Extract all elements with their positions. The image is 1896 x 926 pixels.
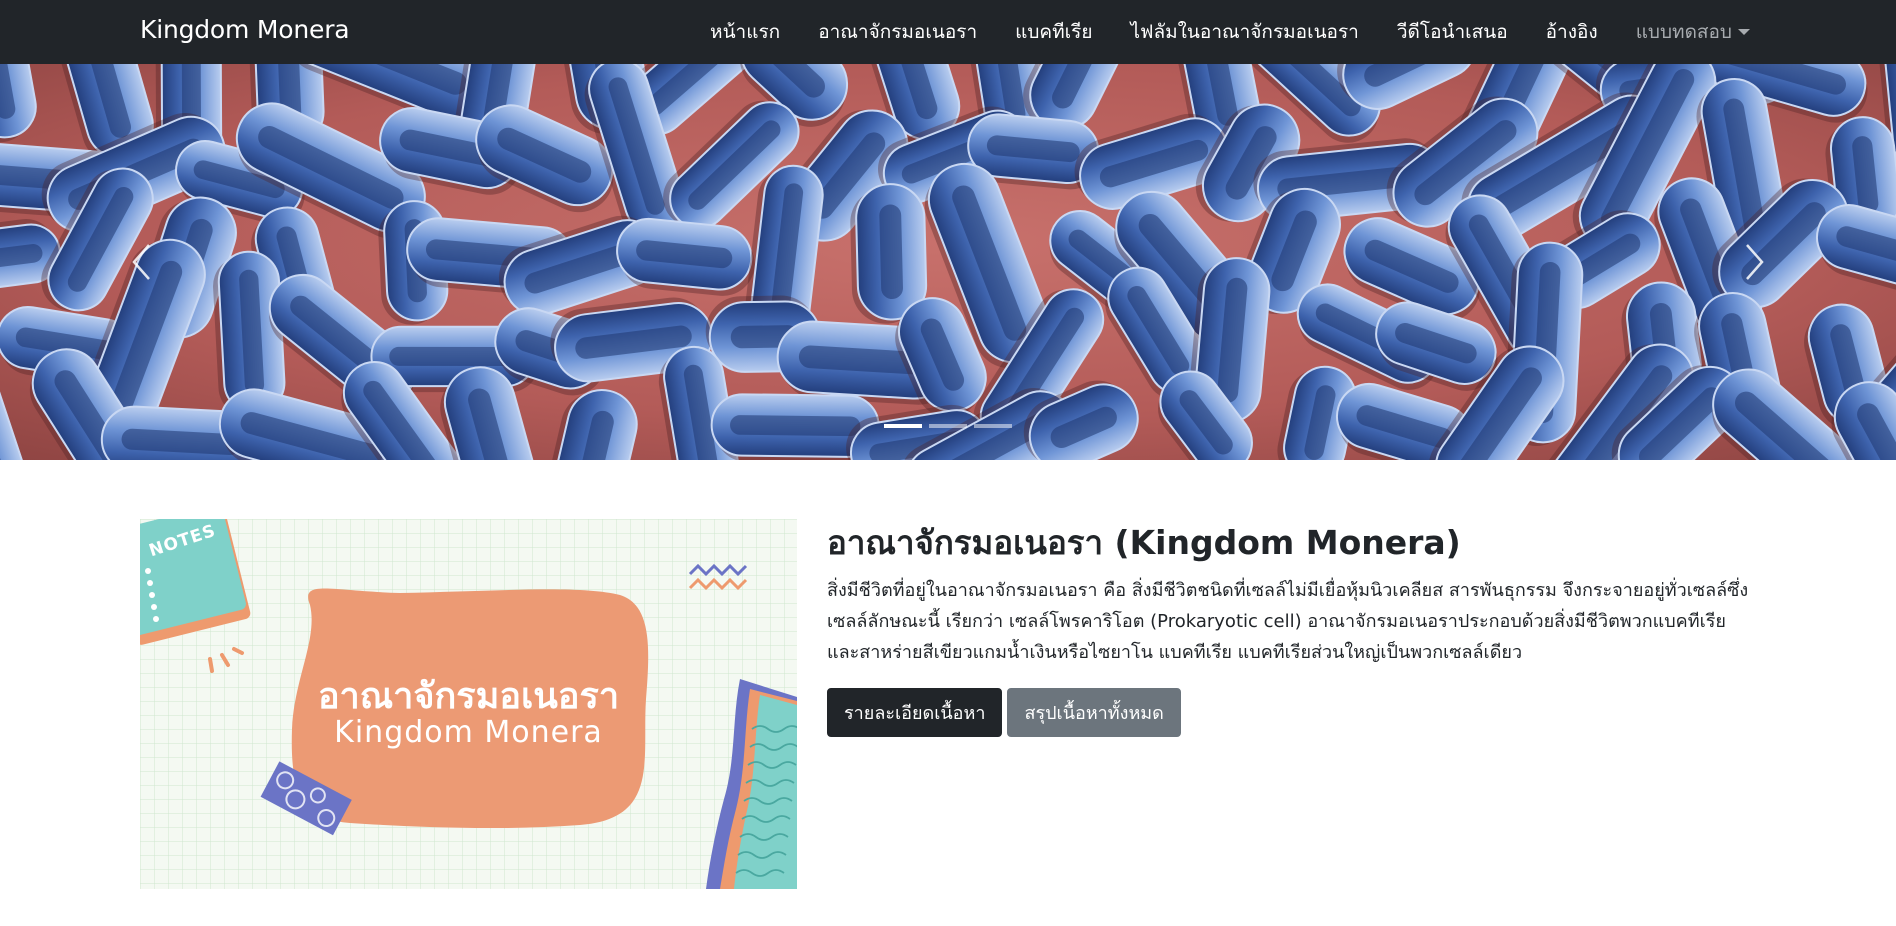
caret-down-icon (1738, 29, 1750, 35)
nav-item-phyla[interactable]: ไฟลัมในอาณาจักรมอเนอรา (1111, 2, 1377, 62)
carousel-prev-button[interactable] (76, 64, 206, 460)
hero-carousel (0, 64, 1896, 460)
carousel-indicators (0, 424, 1896, 428)
nav-item-home[interactable]: หน้าแรก (691, 2, 799, 62)
top-navbar: Kingdom Monera หน้าแรก อาณาจักรมอเนอรา แ… (0, 0, 1896, 64)
nav-menu: หน้าแรก อาณาจักรมอเนอรา แบคทีเรีย ไฟลัมใ… (691, 0, 1750, 64)
carousel-indicator-1[interactable] (884, 424, 922, 428)
feature-content: อาณาจักรมอเนอรา (Kingdom Monera) สิ่งมีช… (827, 521, 1757, 737)
chevron-left-icon (132, 244, 150, 280)
feature-thumbnail: NOTES อาณาจักรมอเนอรา Kingdom Monera (140, 519, 797, 889)
nav-item-videos[interactable]: วีดีโอนำเสนอ (1378, 2, 1527, 62)
bacteria-slide-image (0, 64, 1896, 460)
feature-description: สิ่งมีชีวิตที่อยู่ในอาณาจักรมอเนอรา คือ … (827, 580, 1749, 663)
feature-buttons: รายละเอียดเนื้อหา สรุปเนื้อหาทั้งหมด (827, 688, 1757, 737)
feature-heading: อาณาจักรมอเนอรา (Kingdom Monera) (827, 523, 1461, 562)
carousel-indicator-3[interactable] (974, 424, 1012, 428)
nav-dropdown-quiz[interactable]: แบบทดสอบ (1617, 2, 1750, 62)
carousel-indicator-2[interactable] (929, 424, 967, 428)
chevron-right-icon (1746, 244, 1764, 280)
carousel-next-button[interactable] (1690, 64, 1820, 460)
content-summary-button[interactable]: สรุปเนื้อหาทั้งหมด (1007, 688, 1181, 737)
image-title-english: Kingdom Monera (334, 715, 603, 750)
nav-item-references[interactable]: อ้างอิง (1527, 2, 1617, 62)
nav-item-kingdom-monera[interactable]: อาณาจักรมอเนอรา (799, 2, 996, 62)
content-detail-button[interactable]: รายละเอียดเนื้อหา (827, 688, 1003, 737)
nav-item-bacteria[interactable]: แบคทีเรีย (996, 2, 1111, 62)
nav-dropdown-quiz-label: แบบทดสอบ (1635, 21, 1732, 43)
brand-link[interactable]: Kingdom Monera (140, 0, 350, 64)
